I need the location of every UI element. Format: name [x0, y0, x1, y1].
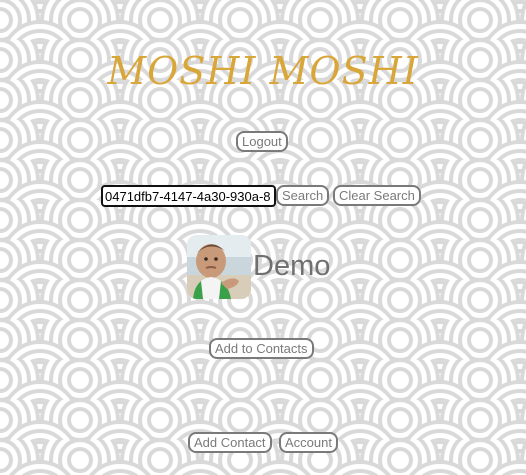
- search-input[interactable]: [101, 185, 276, 207]
- clear-search-button[interactable]: Clear Search: [333, 185, 421, 206]
- account-button[interactable]: Account: [279, 432, 338, 453]
- avatar-photo-icon: [187, 235, 251, 299]
- logout-button[interactable]: Logout: [236, 131, 288, 152]
- add-to-contacts-button[interactable]: Add to Contacts: [209, 338, 314, 359]
- search-button[interactable]: Search: [276, 185, 330, 206]
- app-root: MOSHI MOSHI Logout Search Clear Search D…: [0, 0, 526, 475]
- add-contact-button[interactable]: Add Contact: [188, 432, 272, 453]
- app-logo: MOSHI MOSHI: [107, 49, 419, 93]
- profile-name: Demo: [253, 250, 331, 282]
- avatar: [187, 235, 251, 299]
